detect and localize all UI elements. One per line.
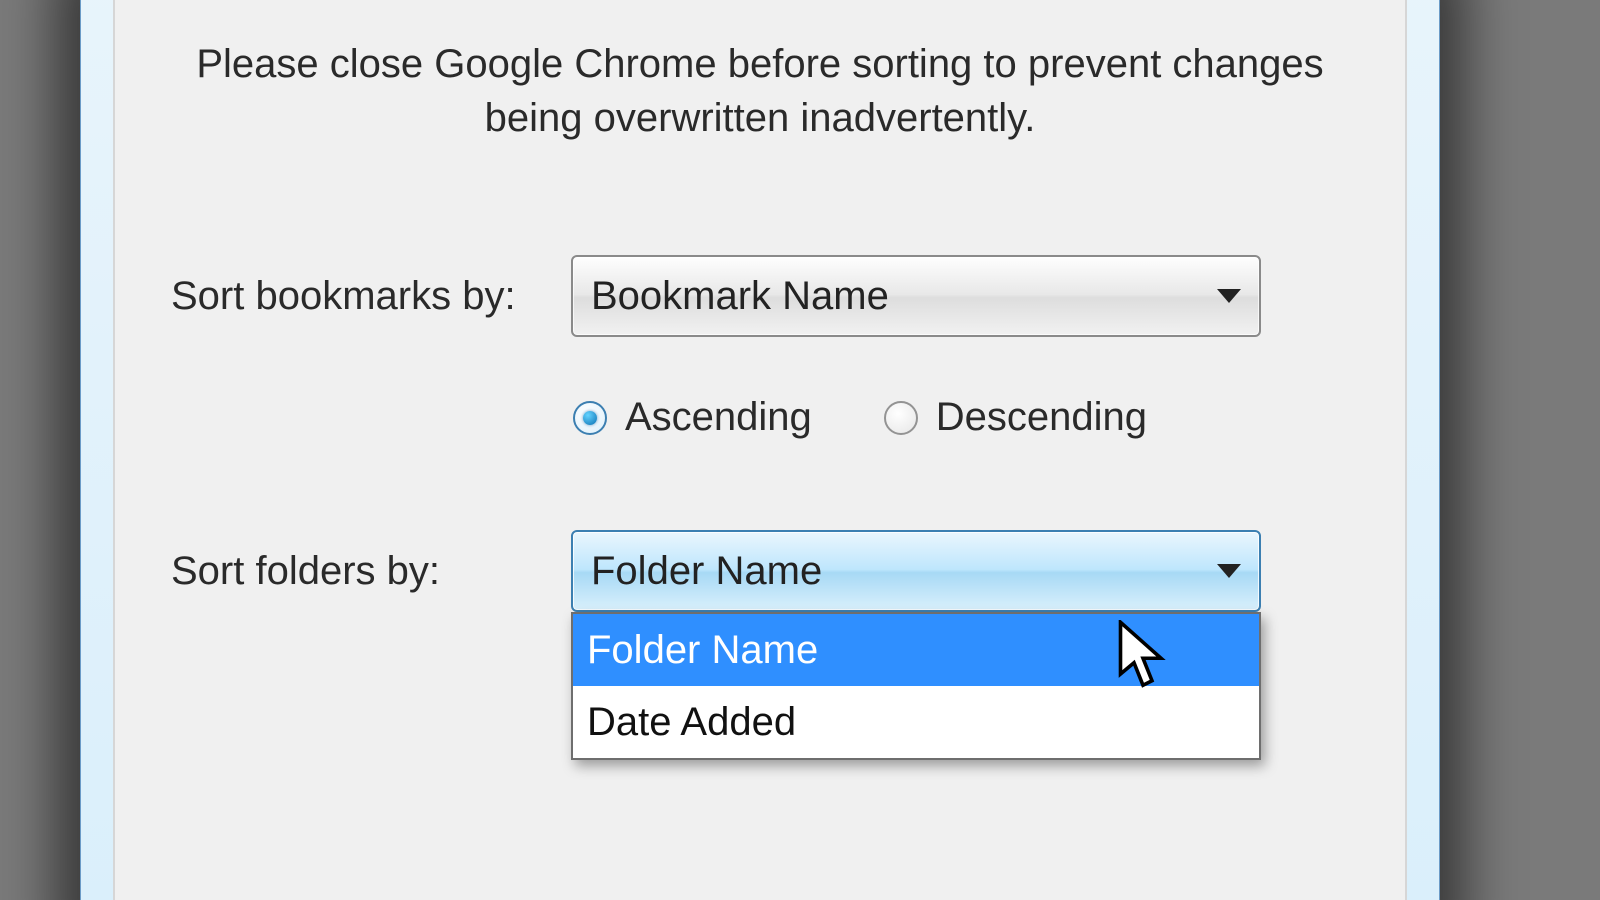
viewport: Please close Google Chrome before sortin… bbox=[0, 0, 1600, 900]
sort-bookmarks-dropdown[interactable]: Bookmark Name bbox=[571, 255, 1261, 337]
radio-descending[interactable]: Descending bbox=[884, 395, 1147, 440]
instruction-text: Please close Google Chrome before sortin… bbox=[171, 37, 1349, 145]
chevron-down-icon bbox=[1217, 289, 1241, 303]
sort-bookmarks-label: Sort bookmarks by: bbox=[171, 274, 571, 319]
row-sort-bookmarks: Sort bookmarks by: Bookmark Name bbox=[171, 255, 1349, 337]
order-radios-group: Ascending Descending bbox=[571, 373, 1349, 530]
radio-dot-icon bbox=[583, 411, 597, 425]
radio-ascending[interactable]: Ascending bbox=[573, 395, 812, 440]
order-radios: Ascending Descending bbox=[571, 395, 1349, 440]
dialog-window: Please close Google Chrome before sortin… bbox=[80, 0, 1440, 900]
radio-descending-label: Descending bbox=[936, 395, 1147, 440]
chevron-down-icon bbox=[1217, 564, 1241, 578]
sort-bookmarks-control: Bookmark Name bbox=[571, 255, 1349, 337]
sort-bookmarks-selected: Bookmark Name bbox=[591, 274, 889, 319]
sort-folders-control: Folder Name Folder Name Date Added bbox=[571, 530, 1349, 612]
sort-folders-label: Sort folders by: bbox=[171, 549, 571, 594]
row-order: Ascending Descending bbox=[171, 373, 1349, 530]
dropdown-item-date-added[interactable]: Date Added bbox=[573, 686, 1259, 758]
content-panel: Please close Google Chrome before sortin… bbox=[113, 0, 1407, 900]
dropdown-item-folder-name[interactable]: Folder Name bbox=[573, 614, 1259, 686]
row-sort-folders: Sort folders by: Folder Name Folder Name… bbox=[171, 530, 1349, 612]
sort-folders-dropdown[interactable]: Folder Name bbox=[571, 530, 1261, 612]
radio-circle-icon bbox=[884, 401, 918, 435]
sort-folders-selected: Folder Name bbox=[591, 549, 822, 594]
sort-folders-dropdown-list: Folder Name Date Added bbox=[571, 612, 1261, 760]
radio-ascending-label: Ascending bbox=[625, 395, 812, 440]
radio-circle-icon bbox=[573, 401, 607, 435]
